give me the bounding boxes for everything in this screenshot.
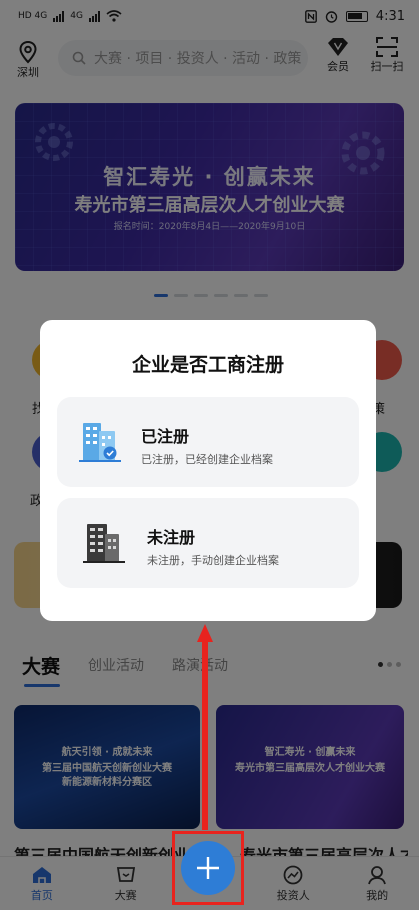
add-button[interactable] — [181, 841, 235, 895]
registered-building-icon — [79, 423, 121, 462]
dialog-title: 企业是否工商注册 — [131, 354, 284, 376]
option-registered-title: 已注册 — [141, 427, 190, 446]
registration-dialog: 企业是否工商注册 已注册 已注册，已经创建企业档案 未注册 未注册，手动创建企业… — [40, 320, 376, 621]
option-unregistered-subtitle: 未注册，手动创建企业档案 — [147, 554, 279, 567]
option-registered[interactable]: 已注册 已注册，已经创建企业档案 — [57, 397, 359, 487]
option-unregistered[interactable]: 未注册 未注册，手动创建企业档案 — [57, 498, 359, 588]
plus-icon — [197, 857, 219, 879]
annotation-highlight-box — [172, 831, 244, 905]
option-registered-subtitle: 已注册，已经创建企业档案 — [141, 453, 273, 466]
annotation-arrow-line — [202, 640, 208, 830]
unregistered-building-icon — [83, 524, 125, 563]
option-unregistered-title: 未注册 — [147, 528, 196, 547]
annotation-arrow-head — [197, 624, 213, 642]
